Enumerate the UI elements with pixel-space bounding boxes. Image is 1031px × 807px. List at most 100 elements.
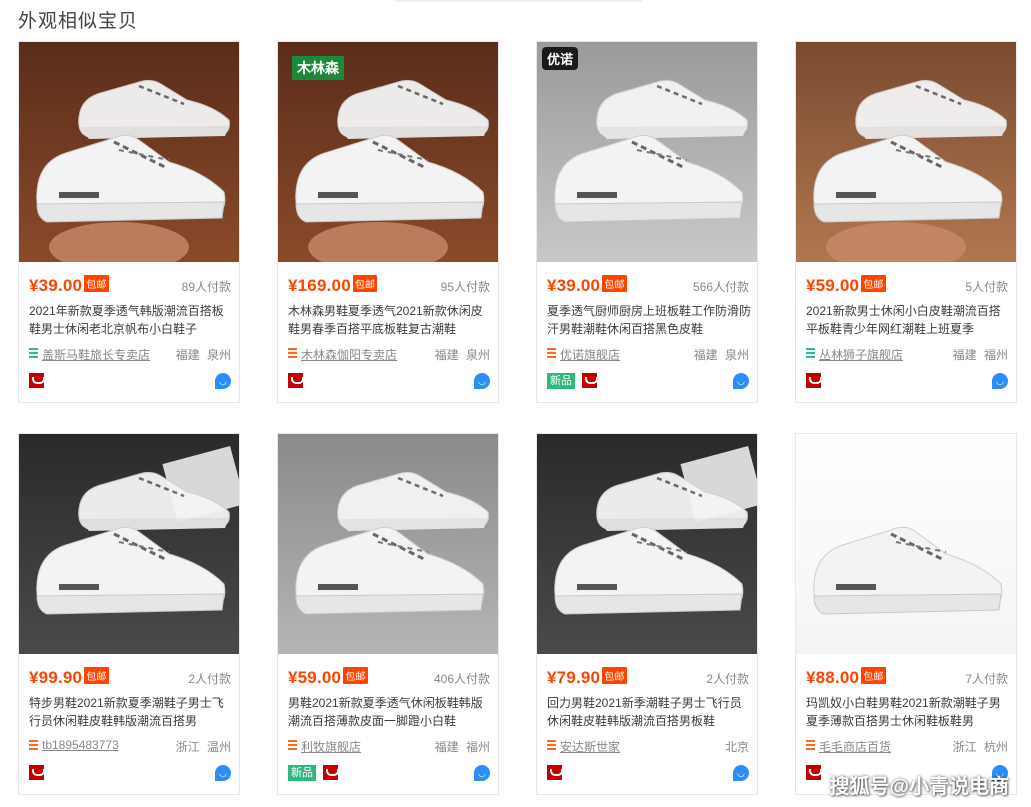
product-title-link[interactable]: 夏季透气厨师厨房上班板鞋工作防滑防汗男鞋潮鞋休闲百搭黑色皮鞋 — [547, 302, 751, 338]
shop-row: 盖斯马鞋旅长专卖店 福建 泉州 — [29, 346, 231, 362]
shop-row: 木林森伽阳专卖店 福建 泉州 — [288, 346, 490, 362]
shop-icon — [547, 740, 556, 751]
shop-icon — [288, 348, 297, 359]
shop-name-link[interactable]: 利牧旗舰店 — [301, 738, 361, 755]
location: 浙江 温州 — [175, 740, 231, 754]
product-image[interactable] — [278, 434, 498, 654]
location: 福建 福州 — [952, 348, 1008, 362]
product-title-link[interactable]: 2021年新款夏季透气韩版潮流百搭板鞋男士休闲老北京帆布小白鞋子 — [29, 302, 233, 338]
tmall-icon[interactable] — [582, 373, 599, 388]
paid-count: 5人付款 — [965, 280, 1008, 294]
product-card[interactable]: ¥79.90 包邮 2人付款 回力男鞋2021新季潮鞋子男士飞行员休闲鞋皮鞋韩版潮… — [536, 433, 758, 795]
shop-name-link[interactable]: 丛林狮子旗舰店 — [819, 346, 903, 363]
top-divider — [395, 0, 642, 2]
price: ¥39.00 包邮 — [29, 275, 109, 295]
product-image[interactable] — [796, 42, 1016, 262]
product-card[interactable]: ¥59.00 包邮 5人付款 2021新款男士休闲小白皮鞋潮流百搭平板鞋青少年网红… — [795, 41, 1017, 403]
wangwang-chat-icon[interactable]: ◡ — [992, 373, 1008, 389]
tmall-icon[interactable] — [29, 765, 45, 780]
wangwang-chat-icon[interactable]: ◡ — [733, 765, 749, 781]
shop-icon — [806, 348, 815, 359]
free-shipping-badge: 包邮 — [352, 275, 378, 292]
badge-row — [806, 373, 822, 389]
product-card[interactable]: ¥59.00 包邮 406人付款 男鞋2021新款夏季透气休闲板鞋韩版潮流百搭薄款… — [277, 433, 499, 795]
price: ¥99.90 包邮 — [29, 667, 109, 687]
free-shipping-badge: 包邮 — [602, 667, 627, 684]
shop-row: tb1895483773 浙江 温州 — [29, 738, 231, 754]
product-title-link[interactable]: 回力男鞋2021新季潮鞋子男士飞行员休闲鞋皮鞋韩版潮流百搭男板鞋 — [547, 694, 751, 730]
shop-name-link[interactable]: tb1895483773 — [42, 738, 119, 752]
watermark: 搜狐号@小青说电商 — [829, 776, 1009, 798]
free-shipping-badge: 包邮 — [343, 667, 368, 684]
shop-row: 利牧旗舰店 福建 福州 — [288, 738, 490, 754]
shop-name-link[interactable]: 优诺旗舰店 — [560, 346, 620, 363]
wangwang-chat-icon[interactable]: ◡ — [474, 373, 490, 389]
price-row: ¥169.00 包邮 95人付款 — [288, 275, 490, 295]
free-shipping-badge: 包邮 — [84, 275, 109, 292]
paid-count: 95人付款 — [440, 280, 490, 294]
badge-row — [288, 373, 304, 389]
location: 福建 泉州 — [175, 348, 231, 362]
wangwang-chat-icon[interactable]: ◡ — [215, 765, 231, 781]
shop-name-link[interactable]: 木林森伽阳专卖店 — [301, 346, 397, 363]
product-card[interactable]: 木林森 ¥169.00 包邮 95人付款 木林森男鞋夏季透气2021新款休闲皮鞋男… — [277, 41, 499, 403]
product-title-link[interactable]: 男鞋2021新款夏季透气休闲板鞋韩版潮流百搭薄款皮面一脚蹬小白鞋 — [288, 694, 492, 730]
product-card[interactable]: ¥39.00 包邮 89人付款 2021年新款夏季透气韩版潮流百搭板鞋男士休闲老北… — [18, 41, 240, 403]
price: ¥79.90 包邮 — [547, 667, 627, 687]
price-row: ¥99.90 包邮 2人付款 — [29, 667, 231, 687]
product-image[interactable]: 优诺 — [537, 42, 757, 262]
product-image[interactable] — [19, 42, 239, 262]
product-image[interactable]: 木林森 — [278, 42, 498, 262]
price-row: ¥79.90 包邮 2人付款 — [547, 667, 749, 687]
section-title: 外观相似宝贝 — [18, 11, 139, 32]
paid-count: 2人付款 — [706, 672, 749, 686]
product-image[interactable] — [796, 434, 1016, 654]
tmall-icon[interactable] — [806, 373, 822, 388]
shop-icon — [29, 740, 38, 751]
shop-icon — [806, 740, 815, 751]
free-shipping-badge: 包邮 — [602, 275, 627, 292]
shop-row: 优诺旗舰店 福建 泉州 — [547, 346, 749, 362]
price: ¥59.00 包邮 — [806, 275, 886, 295]
price-row: ¥39.00 包邮 89人付款 — [29, 275, 231, 295]
badge-row — [806, 765, 822, 781]
price: ¥59.00 包邮 — [288, 667, 368, 687]
free-shipping-badge: 包邮 — [861, 667, 886, 684]
product-card[interactable]: 优诺 ¥39.00 包邮 566人付款 夏季透气厨师厨房上班板鞋工作防滑防汗男鞋潮… — [536, 41, 758, 403]
product-card[interactable]: ¥99.90 包邮 2人付款 特步男鞋2021新款夏季潮鞋子男士飞行员休闲鞋皮鞋韩… — [18, 433, 240, 795]
product-title-link[interactable]: 2021新款男士休闲小白皮鞋潮流百搭平板鞋青少年网红潮鞋上班夏季 — [806, 302, 1010, 338]
badge-row — [547, 765, 563, 781]
paid-count: 566人付款 — [692, 280, 749, 294]
location: 福建 泉州 — [693, 348, 749, 362]
shop-name-link[interactable]: 毛毛商店百货 — [819, 738, 891, 755]
location: 浙江 杭州 — [952, 740, 1008, 754]
badge-row — [29, 765, 45, 781]
product-title-link[interactable]: 玛凯奴小白鞋男鞋2021新款潮鞋子男夏季薄款百搭男士休闲鞋板鞋男 — [806, 694, 1010, 730]
location: 福建 泉州 — [434, 348, 490, 362]
badge-row — [29, 373, 45, 389]
price-row: ¥59.00 包邮 406人付款 — [288, 667, 490, 687]
free-shipping-badge: 包邮 — [861, 275, 886, 292]
shop-row: 丛林狮子旗舰店 福建 福州 — [806, 346, 1008, 362]
product-image[interactable] — [537, 434, 757, 654]
wangwang-chat-icon[interactable]: ◡ — [474, 765, 490, 781]
tmall-icon[interactable] — [547, 765, 563, 780]
tmall-icon[interactable] — [288, 373, 304, 388]
product-title-link[interactable]: 特步男鞋2021新款夏季潮鞋子男士飞行员休闲鞋皮鞋韩版潮流百搭男 — [29, 694, 233, 730]
product-image[interactable] — [19, 434, 239, 654]
new-badge: 新品 — [288, 765, 316, 781]
price-row: ¥88.00 包邮 7人付款 — [806, 667, 1008, 687]
shop-name-link[interactable]: 盖斯马鞋旅长专卖店 — [42, 346, 150, 363]
shop-name-link[interactable]: 安达斯世家 — [560, 738, 620, 755]
paid-count: 7人付款 — [965, 672, 1008, 686]
price-row: ¥39.00 包邮 566人付款 — [547, 275, 749, 295]
wangwang-chat-icon[interactable]: ◡ — [215, 373, 231, 389]
product-card[interactable]: ¥88.00 包邮 7人付款 玛凯奴小白鞋男鞋2021新款潮鞋子男夏季薄款百搭男士… — [795, 433, 1017, 795]
wangwang-chat-icon[interactable]: ◡ — [733, 373, 749, 389]
tmall-icon[interactable] — [806, 765, 822, 780]
tmall-icon[interactable] — [29, 373, 45, 388]
shop-row: 安达斯世家 北京 — [547, 738, 749, 754]
brand-logo: 优诺 — [542, 47, 579, 70]
product-title-link[interactable]: 木林森男鞋夏季透气2021新款休闲皮鞋男春季百搭平底板鞋复古潮鞋 — [288, 302, 492, 338]
tmall-icon[interactable] — [323, 765, 340, 780]
